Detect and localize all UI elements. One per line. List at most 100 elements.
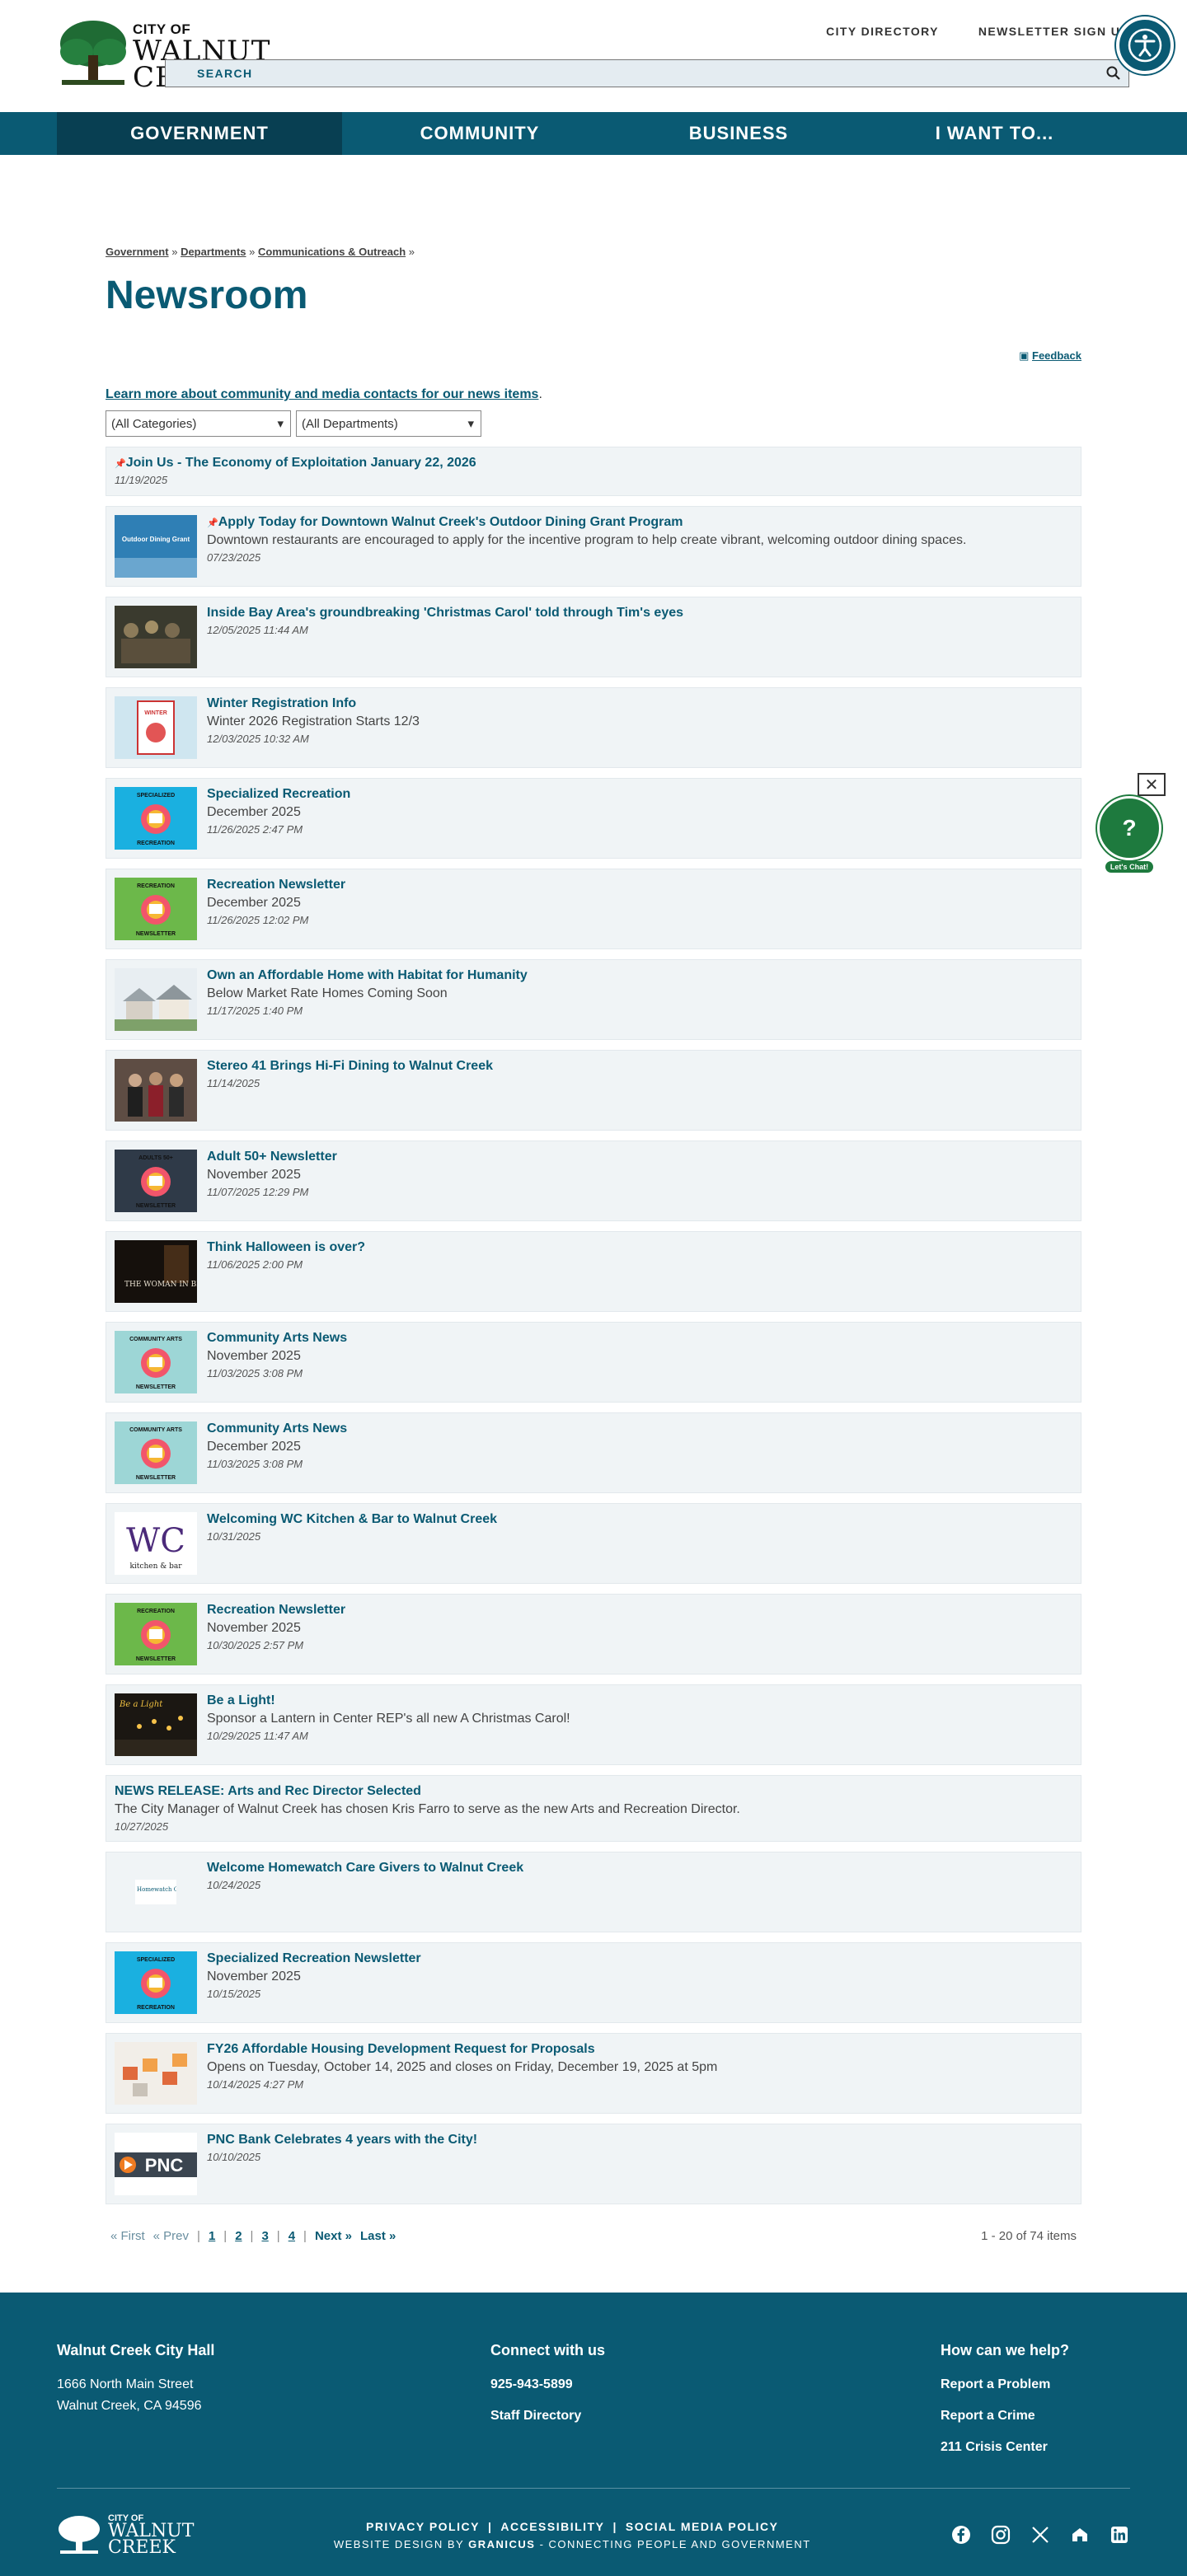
nav-community[interactable]: COMMUNITY [342, 112, 617, 155]
categories-select[interactable]: (All Categories) ▾ [106, 410, 291, 437]
news-thumbnail[interactable]: Homewatch CareGivers [115, 1861, 197, 1923]
news-title-link[interactable]: Join Us - The Economy of Exploitation Ja… [126, 456, 476, 471]
news-title-link[interactable]: Apply Today for Downtown Walnut Creek's … [218, 515, 683, 530]
pager-page-3[interactable]: 3 [261, 2229, 268, 2243]
news-title-link[interactable]: Specialized Recreation [207, 787, 350, 802]
nav-business[interactable]: BUSINESS [617, 112, 860, 155]
news-item: PNC PNC Bank Celebrates 4 years with the … [106, 2124, 1081, 2204]
pager-last[interactable]: Last » [360, 2229, 396, 2243]
facebook-icon[interactable] [950, 2524, 972, 2546]
breadcrumb-departments[interactable]: Departments [181, 246, 246, 258]
privacy-policy-link[interactable]: PRIVACY POLICY [366, 2520, 480, 2533]
search-icon[interactable] [1105, 65, 1122, 82]
news-title-link[interactable]: Specialized Recreation Newsletter [207, 1951, 421, 1966]
svg-text:NEWSLETTER: NEWSLETTER [136, 1203, 176, 1209]
news-title-link[interactable]: Think Halloween is over? [207, 1240, 365, 1255]
news-thumbnail[interactable]: Outdoor Dining Grant [115, 515, 197, 578]
news-thumbnail[interactable]: WC kitchen & bar [115, 1512, 197, 1575]
nav-i-want-to[interactable]: I WANT TO... [860, 112, 1129, 155]
news-thumbnail[interactable]: RECREATION NEWSLETTER [115, 878, 197, 940]
news-thumbnail[interactable]: ADULTS 50+ NEWSLETTER [115, 1150, 197, 1212]
news-title-link[interactable]: Community Arts News [207, 1421, 347, 1436]
chat-close-button[interactable]: ✕ [1138, 773, 1166, 796]
footer-report-problem-link[interactable]: Report a Problem [941, 2377, 1130, 2392]
news-title-link[interactable]: PNC Bank Celebrates 4 years with the Cit… [207, 2133, 477, 2147]
accessibility-link[interactable]: ACCESSIBILITY [500, 2520, 604, 2533]
news-thumbnail[interactable]: Be a Light [115, 1693, 197, 1756]
news-title-link[interactable]: Inside Bay Area's groundbreaking 'Christ… [207, 606, 683, 621]
linkedin-icon[interactable] [1109, 2524, 1130, 2546]
news-date: 11/26/2025 12:02 PM [207, 914, 309, 926]
granicus-link[interactable]: GRANICUS [468, 2538, 535, 2550]
newsletter-thumbnail: SPECIALIZED RECREATION [115, 1951, 197, 2014]
footer-crisis-center-link[interactable]: 211 Crisis Center [941, 2440, 1130, 2455]
news-title-link[interactable]: Welcoming WC Kitchen & Bar to Walnut Cre… [207, 1512, 497, 1527]
svg-text:PNC: PNC [145, 2155, 184, 2176]
walnut-tree-icon [59, 2516, 100, 2554]
media-contacts-link[interactable]: Learn more about community and media con… [106, 387, 538, 401]
news-title-link[interactable]: Recreation Newsletter [207, 1603, 345, 1618]
footer-connect: Connect with us 925-943-5899 Staff Direc… [490, 2342, 936, 2471]
pager-page-1[interactable]: 1 [209, 2229, 215, 2243]
news-thumbnail[interactable]: RECREATION NEWSLETTER [115, 1603, 197, 1665]
news-title-link[interactable]: FY26 Affordable Housing Development Requ… [207, 2042, 595, 2057]
news-title-link[interactable]: Welcome Homewatch Care Givers to Walnut … [207, 1861, 523, 1876]
news-thumbnail[interactable] [115, 2042, 197, 2105]
svg-text:RECREATION: RECREATION [137, 1609, 175, 1614]
departments-select[interactable]: (All Departments) ▾ [296, 410, 481, 437]
nextdoor-icon[interactable] [1069, 2524, 1091, 2546]
news-thumbnail[interactable]: SPECIALIZED RECREATION [115, 787, 197, 850]
pager-page-4[interactable]: 4 [289, 2229, 295, 2243]
news-title-link[interactable]: Recreation Newsletter [207, 878, 345, 892]
search-input[interactable]: SEARCH [165, 59, 1129, 87]
x-icon[interactable] [1030, 2524, 1051, 2546]
woman-in-black-thumbnail: THE WOMAN IN BLACK [115, 1240, 197, 1303]
news-thumbnail[interactable]: COMMUNITY ARTS NEWSLETTER [115, 1421, 197, 1484]
breadcrumb-communications[interactable]: Communications & Outreach [258, 246, 406, 258]
newsletter-signup-link[interactable]: NEWSLETTER SIGN UP [978, 25, 1129, 38]
news-thumbnail[interactable] [115, 606, 197, 668]
footer-report-crime-link[interactable]: Report a Crime [941, 2409, 1130, 2424]
footer-link-separator: | [612, 2519, 617, 2533]
news-title-line: Be a Light! [207, 1693, 1072, 1712]
news-thumbnail[interactable] [115, 968, 197, 1031]
news-title-link[interactable]: Stereo 41 Brings Hi-Fi Dining to Walnut … [207, 1059, 493, 1074]
news-title-link[interactable]: Community Arts News [207, 1331, 347, 1346]
chat-button[interactable]: ? [1097, 796, 1161, 860]
news-thumbnail[interactable]: COMMUNITY ARTS NEWSLETTER [115, 1331, 197, 1393]
news-title-link[interactable]: Adult 50+ Newsletter [207, 1150, 337, 1164]
nav-government[interactable]: GOVERNMENT [57, 112, 342, 155]
housing-blocks-thumbnail [115, 2042, 197, 2105]
dining-thumbnail: Outdoor Dining Grant [115, 515, 197, 578]
city-directory-link[interactable]: CITY DIRECTORY [826, 25, 939, 38]
pager-next[interactable]: Next » [315, 2229, 352, 2243]
news-title-link[interactable]: Be a Light! [207, 1693, 275, 1708]
news-item: ADULTS 50+ NEWSLETTER Adult 50+ Newsletter… [106, 1140, 1081, 1221]
news-thumbnail[interactable] [115, 1059, 197, 1122]
news-date: 11/07/2025 12:29 PM [207, 1186, 309, 1198]
pin-icon: 📌 [115, 459, 126, 469]
news-thumbnail[interactable]: WINTER [115, 696, 197, 759]
news-date: 10/10/2025 [207, 2151, 261, 2163]
instagram-icon[interactable] [990, 2524, 1011, 2546]
footer-staff-directory-link[interactable]: Staff Directory [490, 2409, 936, 2424]
footer-phone-link[interactable]: 925-943-5899 [490, 2377, 936, 2392]
pager-page-2[interactable]: 2 [235, 2229, 242, 2243]
news-item: WC kitchen & bar Welcoming WC Kitchen & Ba… [106, 1503, 1081, 1584]
breadcrumb-government[interactable]: Government [106, 246, 169, 258]
news-thumbnail[interactable]: PNC [115, 2133, 197, 2195]
svg-text:NEWSLETTER: NEWSLETTER [136, 1384, 176, 1390]
footer-logo[interactable]: CITY OF WALNUT CREEK [57, 2513, 194, 2557]
news-title-line: Specialized Recreation Newsletter [207, 1951, 1072, 1969]
feedback-link[interactable]: Feedback [1032, 349, 1081, 362]
news-title-link[interactable]: Own an Affordable Home with Habitat for … [207, 968, 528, 983]
news-thumbnail[interactable]: SPECIALIZED RECREATION [115, 1951, 197, 2014]
pager-separator: | [197, 2229, 200, 2243]
social-media-policy-link[interactable]: SOCIAL MEDIA POLICY [626, 2520, 779, 2533]
news-body: Adult 50+ Newsletter November 2025 11/07/2… [207, 1150, 1072, 1212]
accessibility-button[interactable] [1116, 16, 1174, 74]
news-date: 11/03/2025 3:08 PM [207, 1458, 303, 1470]
news-thumbnail[interactable]: THE WOMAN IN BLACK [115, 1240, 197, 1303]
news-title-link[interactable]: NEWS RELEASE: Arts and Rec Director Sele… [115, 1784, 421, 1799]
news-title-link[interactable]: Winter Registration Info [207, 696, 356, 711]
